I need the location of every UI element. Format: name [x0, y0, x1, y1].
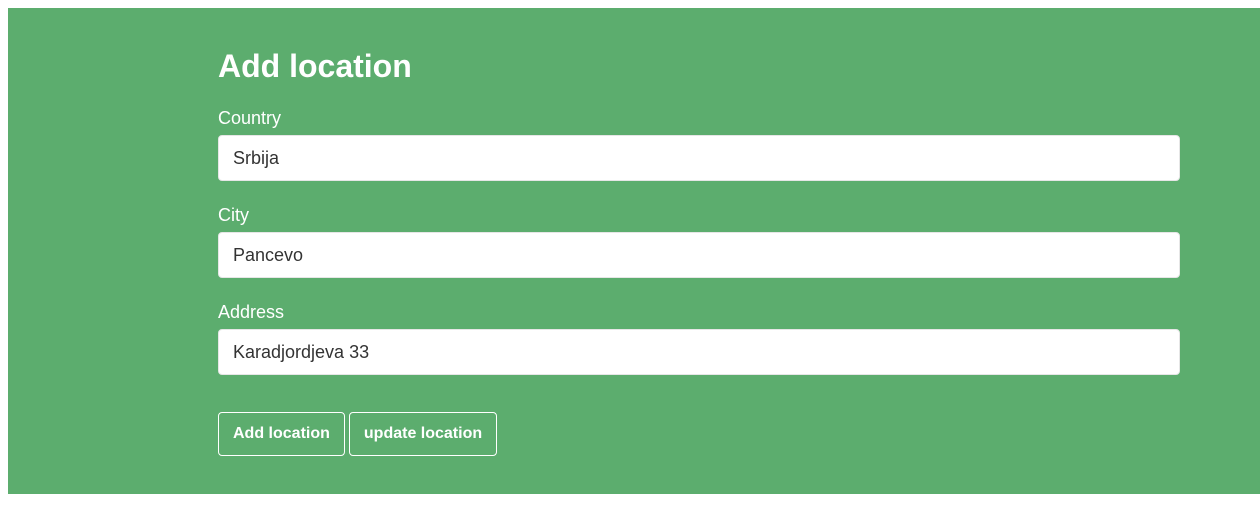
address-label: Address — [218, 302, 285, 322]
address-input[interactable] — [218, 329, 1180, 375]
address-field-group: Address — [218, 302, 1180, 375]
city-input[interactable] — [218, 232, 1180, 278]
location-form-panel: Add location Country City Address Add lo… — [8, 8, 1260, 494]
country-input[interactable] — [218, 135, 1180, 181]
country-label: Country — [218, 108, 282, 128]
add-location-button[interactable]: Add location — [218, 412, 345, 456]
city-label: City — [218, 205, 249, 225]
page: Add location Country City Address Add lo… — [0, 0, 1260, 523]
form-actions: Add location update location — [218, 412, 1180, 456]
update-location-button[interactable]: update location — [348, 412, 498, 456]
page-title: Add location — [218, 48, 412, 84]
country-field-group: Country — [218, 108, 1180, 181]
city-field-group: City — [218, 205, 1180, 278]
add-location-form: Add location Country City Address Add lo… — [218, 46, 1180, 456]
